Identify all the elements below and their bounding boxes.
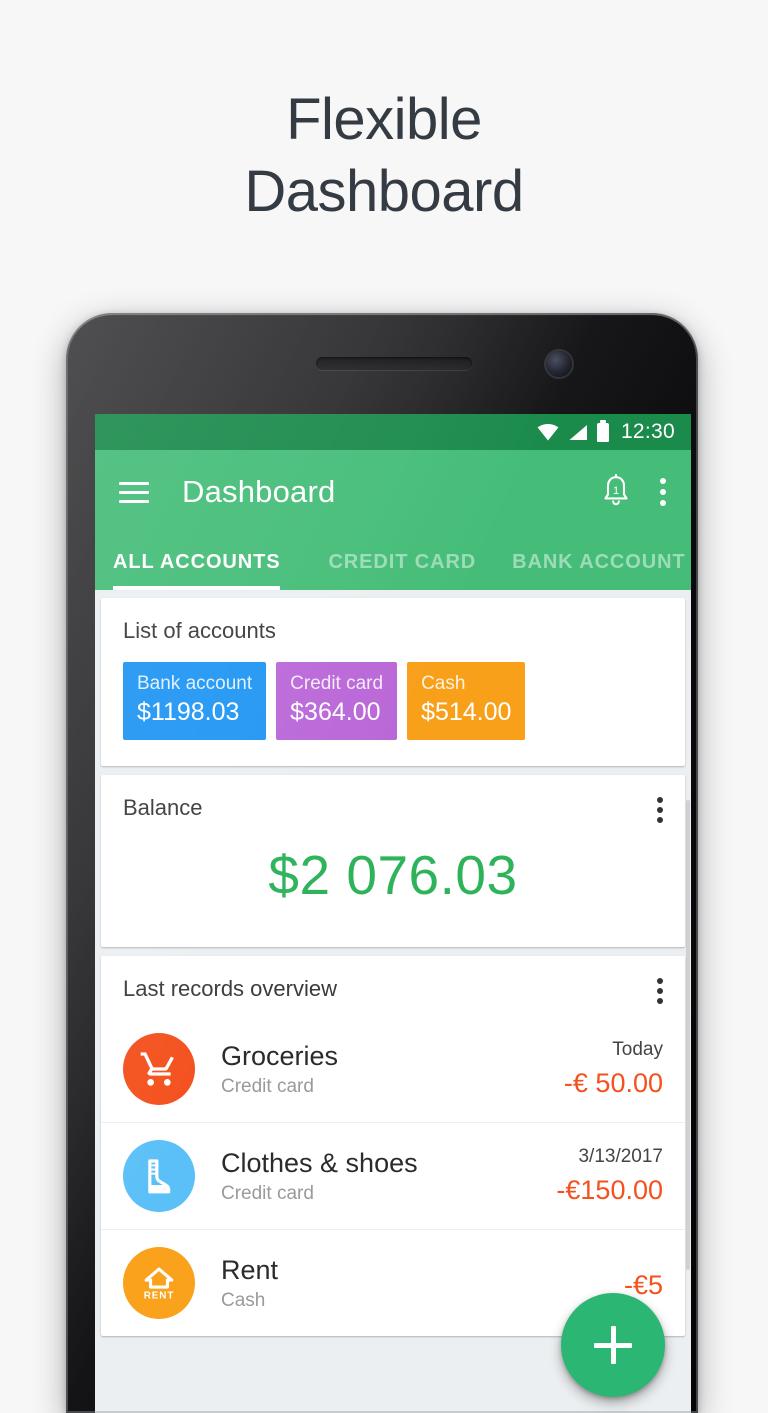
record-title: Groceries xyxy=(221,1040,339,1071)
record-row-clothes-shoes[interactable]: Clothes & shoes Credit card 3/13/2017 -€… xyxy=(101,1121,685,1229)
records-card: Last records overview Groceries Credit c… xyxy=(101,955,685,1336)
record-amount: -€150.00 xyxy=(556,1174,663,1205)
rent-house-icon: RENT xyxy=(123,1246,195,1319)
record-account: Credit card xyxy=(221,1183,314,1205)
accounts-card-title: List of accounts xyxy=(123,618,276,643)
balance-card-overflow-menu-icon[interactable] xyxy=(656,796,663,823)
record-date: 3/13/2017 xyxy=(578,1145,663,1167)
account-chip-name: Bank account xyxy=(137,673,253,694)
account-chip-credit-card[interactable]: Credit card $364.00 xyxy=(276,662,398,740)
notification-badge-count: 1 xyxy=(613,485,619,497)
dashboard-content: List of accounts Bank account $1198.03 C… xyxy=(95,590,691,1413)
account-chip-amount: $514.00 xyxy=(421,697,512,726)
tab-bar: ALL ACCOUNTS CREDIT CARD BANK ACCOUNT xyxy=(95,534,691,590)
record-date: Today xyxy=(612,1038,663,1060)
record-account: Cash xyxy=(221,1290,266,1312)
balance-card-title: Balance xyxy=(123,794,203,820)
front-camera xyxy=(546,351,572,377)
overflow-menu-icon[interactable] xyxy=(659,478,667,506)
record-amount: -€ 50.00 xyxy=(563,1067,663,1098)
record-meta: Today -€ 50.00 xyxy=(564,1039,663,1099)
account-chip-cash[interactable]: Cash $514.00 xyxy=(407,662,526,740)
promo-heading: Flexible Dashboard xyxy=(0,84,768,228)
promo-line-2: Dashboard xyxy=(244,158,524,224)
shopping-cart-icon xyxy=(123,1032,195,1105)
account-chip-name: Credit card xyxy=(290,673,384,694)
tab-bank-account[interactable]: BANK ACCOUNT xyxy=(502,534,691,590)
account-chip-bank[interactable]: Bank account $1198.03 xyxy=(123,662,267,740)
records-card-overflow-menu-icon[interactable] xyxy=(656,977,663,1004)
accounts-chip-list: Bank account $1198.03 Credit card $364.0… xyxy=(101,644,685,766)
content-scrollbar[interactable] xyxy=(686,800,690,1270)
notification-bell-icon[interactable]: 1 xyxy=(599,474,633,510)
balance-amount: $2 076.03 xyxy=(268,843,518,906)
record-account: Credit card xyxy=(221,1076,314,1098)
promo-line-1: Flexible xyxy=(286,87,482,152)
add-record-fab[interactable] xyxy=(561,1293,665,1397)
wifi-icon xyxy=(537,423,559,440)
page-title: Dashboard xyxy=(182,474,336,509)
record-row-groceries[interactable]: Groceries Credit card Today -€ 50.00 xyxy=(101,1016,685,1122)
account-chip-amount: $364.00 xyxy=(290,697,381,726)
boot-icon xyxy=(123,1139,195,1212)
records-card-title: Last records overview xyxy=(123,975,337,1001)
accounts-card: List of accounts Bank account $1198.03 C… xyxy=(101,598,685,766)
tab-credit-card[interactable]: CREDIT CARD xyxy=(302,534,502,590)
status-bar-time: 12:30 xyxy=(620,420,675,443)
record-title: Clothes & shoes xyxy=(221,1147,418,1178)
record-title: Rent xyxy=(221,1254,279,1285)
tab-all-accounts[interactable]: ALL ACCOUNTS xyxy=(95,534,302,590)
signal-icon xyxy=(569,424,587,440)
phone-screen: 12:30 Dashboard 1 ALL ACCOUNTS CREDIT CA… xyxy=(95,414,691,1413)
record-text: Groceries Credit card xyxy=(221,1040,564,1098)
account-chip-amount: $1198.03 xyxy=(137,697,240,726)
balance-card: Balance $2 076.03 xyxy=(101,774,685,947)
rent-icon-label: RENT xyxy=(144,1290,175,1301)
hamburger-menu-icon[interactable] xyxy=(119,481,149,503)
record-text: Rent Cash xyxy=(221,1254,624,1312)
battery-icon xyxy=(596,419,609,442)
status-bar: 12:30 xyxy=(95,414,691,450)
earpiece-speaker xyxy=(316,357,472,370)
app-bar: Dashboard 1 xyxy=(95,450,691,534)
phone-mockup: 12:30 Dashboard 1 ALL ACCOUNTS CREDIT CA… xyxy=(66,313,698,1413)
record-text: Clothes & shoes Credit card xyxy=(221,1147,556,1205)
record-meta: 3/13/2017 -€150.00 xyxy=(556,1146,663,1206)
account-chip-name: Cash xyxy=(421,673,466,694)
